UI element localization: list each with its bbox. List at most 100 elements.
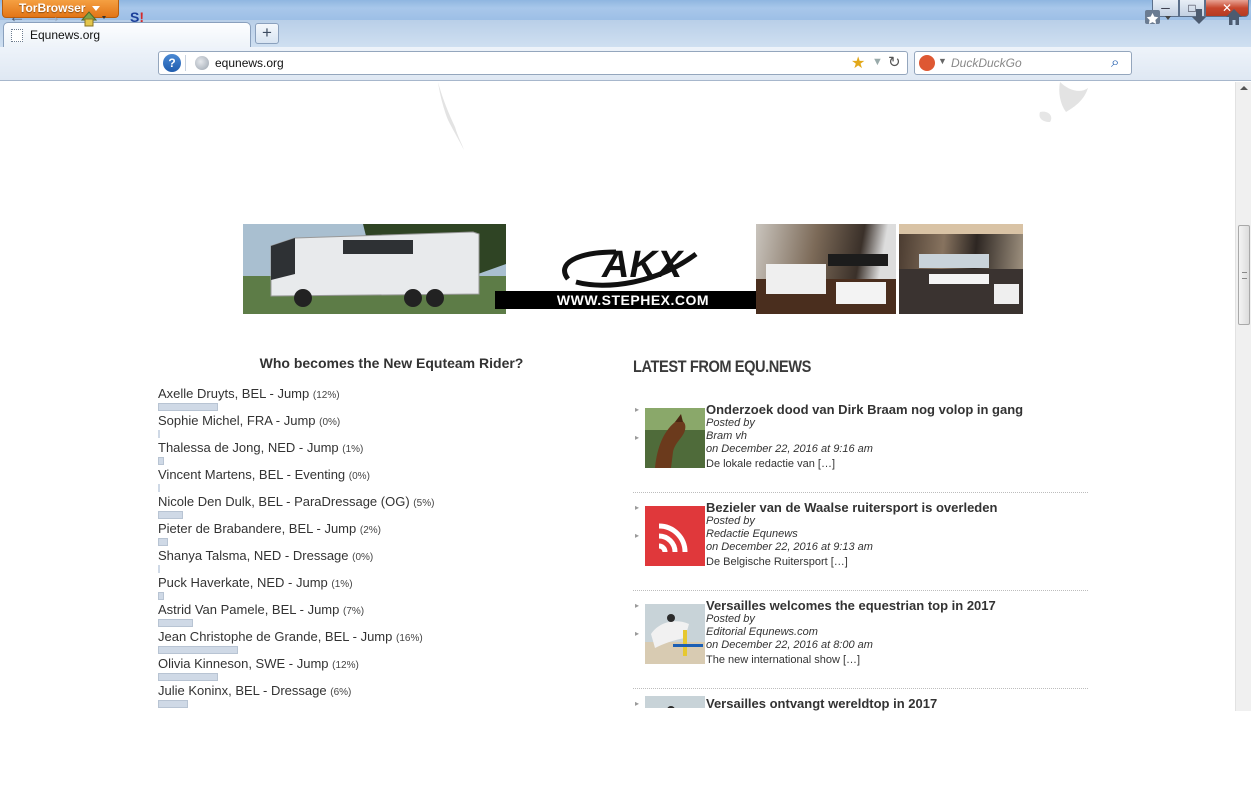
world-map-fragment xyxy=(438,82,1088,150)
poll-result-bar xyxy=(158,592,164,600)
separator xyxy=(185,55,186,71)
bullet-icon: ▸ xyxy=(635,601,640,610)
bullet-icon: ▸ xyxy=(635,531,640,540)
poll-option-label: Jean Christophe de Grande, BEL - Jump xyxy=(158,629,393,644)
bullet-icon: ▸ xyxy=(635,699,640,708)
poll-result-bar xyxy=(158,619,193,627)
poll-option[interactable]: Nicole Den Dulk, BEL - ParaDressage (OG)… xyxy=(158,494,434,509)
poll-option-label: Olivia Kinneson, SWE - Jump xyxy=(158,656,329,671)
title-bar xyxy=(0,0,1251,20)
noscript-icon[interactable]: S! xyxy=(126,6,148,28)
poll-option-percent: (12%) xyxy=(332,660,359,671)
torbutton-onion-icon[interactable] xyxy=(78,6,112,28)
poll-option[interactable]: Julie Koninx, BEL - Dressage (6%) xyxy=(158,683,351,698)
poll-option[interactable]: Sophie Michel, FRA - Jump (0%) xyxy=(158,413,340,428)
news-thumbnail[interactable] xyxy=(645,696,705,708)
poll-option-percent: (12%) xyxy=(312,390,340,401)
poll-option-label: Vincent Martens, BEL - Eventing xyxy=(158,467,346,482)
poll-option-label: Shanya Talsma, NED - Dressage xyxy=(158,548,349,563)
news-item[interactable]: ▸ ▸ Bezieler van de Waalse ruitersport is … xyxy=(633,500,1088,596)
news-thumbnail[interactable] xyxy=(645,604,705,664)
news-author[interactable]: Editorial Equnews.com xyxy=(706,626,818,638)
news-posted-by: Posted by xyxy=(706,613,755,625)
reload-icon[interactable]: ↻ xyxy=(888,53,901,71)
poll-option[interactable]: Shanya Talsma, NED - Dressage (0%) xyxy=(158,548,373,563)
news-title-link[interactable]: Versailles welcomes the equestrian top i… xyxy=(706,598,996,613)
news-title-link[interactable]: Bezieler van de Waalse ruitersport is ov… xyxy=(706,500,997,515)
news-excerpt: De lokale redactie van […] xyxy=(706,458,836,470)
poll-option-percent: (16%) xyxy=(396,633,423,644)
back-icon[interactable]: ← xyxy=(6,6,28,28)
address-bar[interactable]: ? equnews.org ★ ▼ ↻ xyxy=(158,51,908,75)
poll-result-bar xyxy=(158,538,168,546)
poll-option[interactable]: Pieter de Brabandere, BEL - Jump (2%) xyxy=(158,521,381,536)
news-title-link[interactable]: Onderzoek dood van Dirk Braam nog volop … xyxy=(706,402,1023,417)
news-separator xyxy=(633,688,1088,689)
vertical-scrollbar[interactable] xyxy=(1235,82,1251,711)
poll-result-bar xyxy=(158,565,160,573)
new-tab-button[interactable]: + xyxy=(255,23,279,44)
duckduckgo-icon[interactable] xyxy=(919,55,935,71)
poll-option[interactable]: Thalessa de Jong, NED - Jump (1%) xyxy=(158,440,363,455)
poll-option-label: Nicole Den Dulk, BEL - ParaDressage (OG) xyxy=(158,494,410,509)
poll-result-bar xyxy=(158,430,160,438)
news-date: on December 22, 2016 at 9:16 am xyxy=(706,443,873,455)
poll-result-bar xyxy=(158,457,164,465)
news-item[interactable]: ▸ ▸ Onderzoek dood van Dirk Braam nog volo… xyxy=(633,402,1088,498)
poll-option-label: Puck Haverkate, NED - Jump xyxy=(158,575,328,590)
page-favicon-icon xyxy=(11,29,23,42)
news-separator xyxy=(633,590,1088,591)
news-posted-by: Posted by xyxy=(706,515,755,527)
bullet-icon: ▸ xyxy=(635,629,640,638)
poll-option[interactable]: Astrid Van Pamele, BEL - Jump (7%) xyxy=(158,602,364,617)
bullet-icon: ▸ xyxy=(635,503,640,512)
truck-lounge-image xyxy=(899,224,1023,314)
bookmark-star-icon[interactable]: ★ xyxy=(851,53,865,73)
poll-option-label: Thalessa de Jong, NED - Jump xyxy=(158,440,339,455)
poll-result-bar xyxy=(158,484,160,492)
horse-truck-image xyxy=(243,224,506,314)
news-date: on December 22, 2016 at 8:00 am xyxy=(706,639,873,651)
news-item[interactable]: ▸ ▸ Versailles welcomes the equestrian top… xyxy=(633,598,1088,694)
poll-option-label: Julie Koninx, BEL - Dressage xyxy=(158,683,327,698)
poll-result-bar xyxy=(158,403,218,411)
poll-option-percent: (0%) xyxy=(348,471,370,482)
search-bar[interactable]: ▼ DuckDuckGo ⌕ xyxy=(914,51,1132,75)
news-author[interactable]: Redactie Equnews xyxy=(706,528,798,540)
bookmarks-menu-icon[interactable] xyxy=(1142,6,1176,28)
news-date: on December 22, 2016 at 9:13 am xyxy=(706,541,873,553)
poll-option[interactable]: Olivia Kinneson, SWE - Jump (12%) xyxy=(158,656,359,671)
stephex-url: WWW.STEPHEX.COM xyxy=(495,291,771,309)
grip-icon xyxy=(1242,272,1247,279)
rss-icon[interactable] xyxy=(645,506,705,566)
poll-option-percent: (6%) xyxy=(330,687,352,698)
poll-option[interactable]: Jean Christophe de Grande, BEL - Jump (1… xyxy=(158,629,423,644)
home-icon[interactable] xyxy=(1223,6,1245,28)
poll-option-label: Astrid Van Pamele, BEL - Jump xyxy=(158,602,340,617)
bullet-icon: ▸ xyxy=(635,433,640,442)
globe-icon xyxy=(195,56,209,70)
url-text[interactable]: equnews.org xyxy=(215,56,284,70)
stephex-ad-banner[interactable]: AKX WWW.STEPHEX.COM xyxy=(243,224,1023,314)
news-author[interactable]: Bram vh xyxy=(706,430,747,442)
forward-icon[interactable]: → xyxy=(42,6,64,28)
news-thumbnail[interactable] xyxy=(645,408,705,468)
search-engine-dropdown-icon[interactable]: ▼ xyxy=(938,56,947,66)
history-dropdown-icon[interactable]: ▼ xyxy=(872,56,883,68)
search-input[interactable]: DuckDuckGo xyxy=(951,56,1022,70)
news-excerpt: De Belgische Ruitersport […] xyxy=(706,556,848,568)
poll-option[interactable]: Puck Haverkate, NED - Jump (1%) xyxy=(158,575,353,590)
poll-option-percent: (0%) xyxy=(319,417,341,428)
poll-option-percent: (0%) xyxy=(352,552,374,563)
poll-option[interactable]: Axelle Druyts, BEL - Jump (12%) xyxy=(158,386,340,401)
search-icon[interactable]: ⌕ xyxy=(1111,54,1119,71)
scrollbar-thumb[interactable] xyxy=(1238,225,1250,325)
news-separator xyxy=(633,492,1088,493)
poll-option[interactable]: Vincent Martens, BEL - Eventing (0%) xyxy=(158,467,370,482)
news-item[interactable]: ▸ Versailles ontvangt wereldtop in 2017 xyxy=(633,696,1088,792)
site-identity-icon[interactable]: ? xyxy=(163,54,181,72)
scroll-up-arrow-icon[interactable] xyxy=(1240,86,1248,90)
poll-result-bar xyxy=(158,646,238,654)
news-title-link[interactable]: Versailles ontvangt wereldtop in 2017 xyxy=(706,696,937,711)
downloads-icon[interactable] xyxy=(1188,6,1210,28)
